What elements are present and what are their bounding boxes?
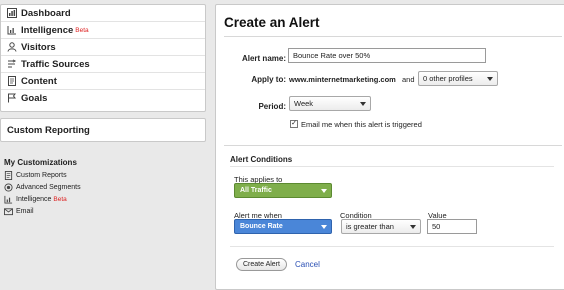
email-checkbox[interactable]: ✓ [290, 120, 298, 128]
mycust-email-label: Email [16, 207, 34, 215]
mycust-intelligence[interactable]: Intelligence Beta [0, 193, 81, 205]
nav-traffic-label: Traffic Sources [21, 58, 90, 70]
email-checkbox-label: Email me when this alert is triggered [301, 120, 422, 129]
mycust-intelligence-label: Intelligence [16, 195, 52, 203]
period-select-value: Week [294, 99, 314, 108]
custom-reporting-label: Custom Reporting [7, 125, 90, 136]
beta-badge: Beta [75, 26, 89, 34]
main-nav: Dashboard Intelligence Beta Visitors Tra… [0, 4, 206, 112]
nav-intelligence-label: Intelligence [21, 24, 74, 36]
nav-visitors[interactable]: Visitors [1, 39, 205, 56]
beta-badge: Beta [53, 195, 67, 203]
footer-divider [230, 246, 554, 247]
nav-dashboard-label: Dashboard [21, 7, 71, 19]
my-customizations-title: My Customizations [4, 158, 77, 167]
email-icon [4, 207, 13, 216]
period-select[interactable]: Week [289, 96, 371, 111]
segment-select-value: All Traffic [240, 187, 272, 194]
metric-select[interactable]: Bounce Rate [234, 219, 332, 234]
period-label: Period: [258, 102, 286, 111]
create-alert-panel: Create an Alert Alert name: Bounce Rate … [215, 4, 564, 290]
nav-content[interactable]: Content [1, 73, 205, 90]
chevron-down-icon [410, 225, 416, 229]
mycust-advanced-segments-label: Advanced Segments [16, 183, 81, 191]
profiles-select-value: 0 other profiles [423, 74, 473, 83]
nav-goals-label: Goals [21, 92, 48, 104]
report-icon [4, 170, 13, 180]
alert-name-label: Alert name: [241, 54, 286, 63]
nav-content-label: Content [21, 75, 57, 87]
alert-conditions-title: Alert Conditions [230, 155, 293, 164]
chevron-down-icon [321, 189, 327, 193]
nav-goals[interactable]: Goals [1, 90, 205, 106]
nav-visitors-label: Visitors [21, 41, 56, 53]
my-customizations: My Customizations Custom Reports Advance… [0, 150, 206, 287]
person-icon [7, 42, 17, 52]
mycust-custom-reports-label: Custom Reports [16, 171, 67, 179]
chevron-down-icon [487, 77, 493, 81]
profiles-select[interactable]: 0 other profiles [418, 71, 498, 86]
segment-select[interactable]: All Traffic [234, 183, 332, 198]
condition-select[interactable]: is greater than [341, 219, 421, 234]
segments-icon [4, 182, 13, 192]
mycust-advanced-segments[interactable]: Advanced Segments [0, 181, 81, 193]
section-divider [224, 145, 562, 146]
chevron-down-icon [360, 102, 366, 106]
document-icon [7, 76, 17, 86]
condition-select-value: is greater than [346, 222, 394, 231]
nav-traffic-sources[interactable]: Traffic Sources [1, 56, 205, 73]
flag-icon [7, 93, 17, 103]
value-input[interactable]: 50 [427, 219, 477, 234]
apply-to-label: Apply to: [251, 75, 286, 84]
traffic-icon [7, 59, 17, 69]
page-title: Create an Alert [224, 15, 320, 30]
dashboard-icon [7, 8, 17, 18]
intelligence-icon [7, 25, 17, 35]
metric-select-value: Bounce Rate [240, 223, 283, 230]
mycust-custom-reports[interactable]: Custom Reports [0, 169, 81, 181]
cancel-link[interactable]: Cancel [295, 260, 320, 269]
alert-name-input[interactable]: Bounce Rate over 50% [288, 48, 486, 63]
apply-to-and: and [402, 75, 415, 84]
mycust-email[interactable]: Email [0, 205, 81, 217]
custom-reporting-panel[interactable]: Custom Reporting [0, 118, 206, 142]
chevron-down-icon [321, 225, 327, 229]
intelligence-icon [4, 195, 13, 204]
title-divider [224, 36, 562, 37]
create-alert-button[interactable]: Create Alert [236, 258, 287, 271]
apply-to-site: www.minternetmarketing.com [289, 75, 396, 84]
nav-dashboard[interactable]: Dashboard [1, 5, 205, 22]
conditions-divider [230, 166, 554, 167]
nav-intelligence[interactable]: Intelligence Beta [1, 22, 205, 39]
